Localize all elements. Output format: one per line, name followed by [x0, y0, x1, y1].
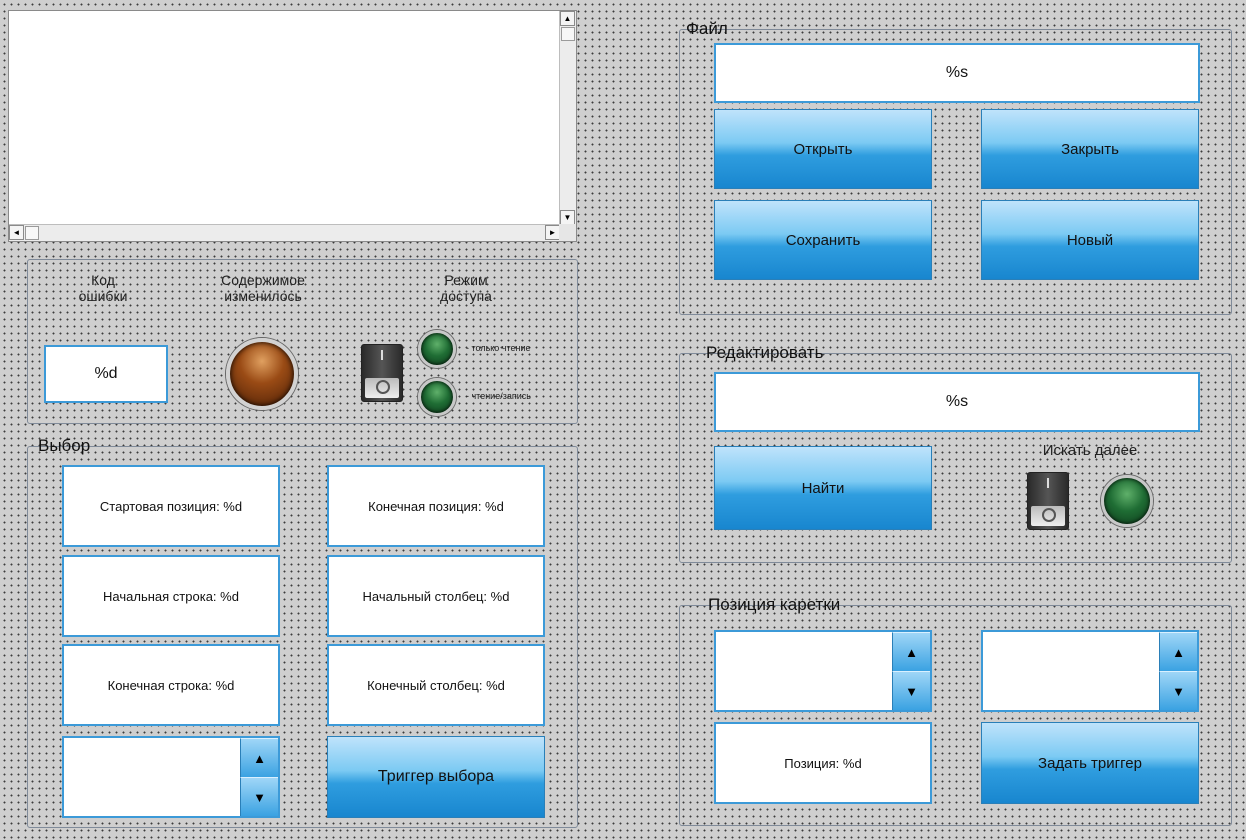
- caret-panel: Позиция каретки ▲ ▼ ▲ ▼ Позиция: %d Зада…: [679, 595, 1232, 826]
- start-column-field[interactable]: Начальный столбец: %d: [327, 555, 545, 637]
- caret-panel-title: Позиция каретки: [708, 595, 841, 614]
- close-button[interactable]: Закрыть: [981, 109, 1199, 189]
- readwrite-label: - чтение/запись: [466, 391, 531, 401]
- status-panel: Код ошибки %d Содержимое изменилось Режи…: [27, 259, 578, 424]
- horizontal-scrollbar[interactable]: ◄ ►: [9, 224, 560, 241]
- new-button[interactable]: Новый: [981, 200, 1199, 280]
- error-code-label: Код ошибки: [78, 272, 128, 304]
- toggle-on-mark: [381, 350, 383, 360]
- scroll-right-button[interactable]: ►: [545, 225, 560, 240]
- horizontal-scroll-thumb[interactable]: [25, 226, 39, 240]
- spin-down-icon[interactable]: ▼: [1159, 671, 1197, 710]
- text-editor[interactable]: ▲ ▼ ◄ ►: [8, 10, 577, 242]
- readonly-led: [418, 330, 456, 368]
- file-panel: Файл %s Открыть Закрыть Сохранить Новый: [679, 19, 1232, 315]
- find-next-led: [1101, 475, 1153, 527]
- scroll-left-button[interactable]: ◄: [9, 225, 24, 240]
- edit-panel-title: Редактировать: [706, 343, 824, 362]
- scroll-down-button[interactable]: ▼: [560, 210, 575, 225]
- selection-panel-title: Выбор: [38, 436, 91, 455]
- start-position-field[interactable]: Стартовая позиция: %d: [62, 465, 280, 547]
- set-trigger-button[interactable]: Задать триггер: [981, 722, 1199, 804]
- toggle-off-mark: [376, 380, 390, 394]
- caret-spin-box-2[interactable]: ▲ ▼: [981, 630, 1199, 712]
- file-path-field[interactable]: %s: [714, 43, 1200, 103]
- selection-spin-box[interactable]: ▲ ▼: [62, 736, 280, 818]
- selection-panel: Выбор Стартовая позиция: %d Конечная поз…: [27, 436, 578, 828]
- vertical-scroll-thumb[interactable]: [561, 27, 575, 41]
- readwrite-led: [418, 378, 456, 416]
- find-button[interactable]: Найти: [714, 446, 932, 530]
- vertical-scrollbar[interactable]: ▲ ▼: [559, 11, 576, 225]
- toggle-off-mark: [1042, 508, 1056, 522]
- start-line-field[interactable]: Начальная строка: %d: [62, 555, 280, 637]
- error-code-field[interactable]: %d: [44, 345, 168, 403]
- search-field[interactable]: %s: [714, 372, 1200, 432]
- toggle-on-mark: [1047, 478, 1049, 488]
- access-mode-toggle[interactable]: [361, 344, 403, 402]
- spin-down-icon[interactable]: ▼: [240, 777, 278, 816]
- spin-down-icon[interactable]: ▼: [892, 671, 930, 710]
- content-changed-indicator: [226, 338, 298, 410]
- end-position-field[interactable]: Конечная позиция: %d: [327, 465, 545, 547]
- open-button[interactable]: Открыть: [714, 109, 932, 189]
- readonly-label: - только чтение: [466, 343, 531, 353]
- scroll-up-button[interactable]: ▲: [560, 11, 575, 26]
- find-next-label: Искать далее: [1042, 442, 1138, 459]
- content-changed-label: Содержимое изменилось: [221, 272, 305, 304]
- scrollbar-corner: [559, 224, 576, 241]
- file-panel-title: Файл: [686, 19, 728, 38]
- caret-spin-box-1[interactable]: ▲ ▼: [714, 630, 932, 712]
- save-button[interactable]: Сохранить: [714, 200, 932, 280]
- access-mode-label: Режим доступа: [440, 272, 492, 304]
- caret-position-field[interactable]: Позиция: %d: [714, 722, 932, 804]
- spin-up-icon[interactable]: ▲: [1159, 632, 1197, 671]
- end-line-field[interactable]: Конечная строка: %d: [62, 644, 280, 726]
- spin-up-icon[interactable]: ▲: [892, 632, 930, 671]
- edit-panel: Редактировать %s Найти Искать далее: [679, 343, 1232, 563]
- spin-up-icon[interactable]: ▲: [240, 738, 278, 777]
- end-column-field[interactable]: Конечный столбец: %d: [327, 644, 545, 726]
- selection-trigger-button[interactable]: Триггер выбора: [327, 736, 545, 818]
- find-next-toggle[interactable]: [1027, 472, 1069, 530]
